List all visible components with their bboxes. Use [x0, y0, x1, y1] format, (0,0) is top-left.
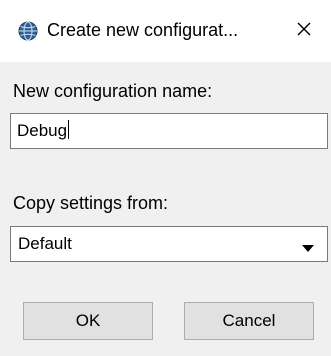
cancel-button[interactable]: Cancel	[184, 302, 314, 340]
configuration-name-label: New configuration name:	[13, 81, 213, 101]
configuration-name-value: Debug	[17, 121, 68, 140]
chevron-down-icon	[302, 240, 314, 258]
create-configuration-dialog: Create new configurat... New configurati…	[0, 0, 331, 356]
copy-settings-label: Copy settings from:	[13, 193, 169, 213]
configuration-name-input[interactable]: Debug	[10, 113, 328, 149]
close-button[interactable]	[286, 14, 322, 48]
title-bar: Create new configurat...	[0, 0, 331, 62]
globe-icon	[18, 21, 38, 41]
close-icon	[296, 21, 312, 42]
copy-settings-selected: Default	[18, 234, 72, 253]
copy-settings-dropdown[interactable]: Default	[10, 226, 328, 262]
text-caret	[68, 120, 70, 139]
window-title: Create new configurat...	[47, 20, 239, 40]
ok-button[interactable]: OK	[23, 302, 153, 340]
